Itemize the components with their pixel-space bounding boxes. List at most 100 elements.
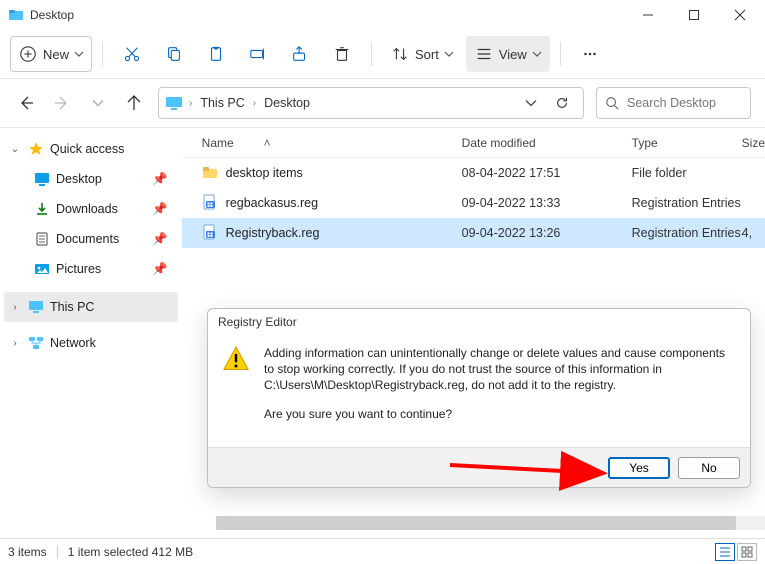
chevron-down-icon [533,50,541,58]
file-name: desktop items [226,166,303,180]
file-size: 4, [742,226,765,240]
column-type[interactable]: Type [632,136,742,150]
more-button[interactable] [571,36,609,72]
sort-button-label: Sort [415,47,439,62]
folder-icon [202,164,218,183]
new-button[interactable]: New [10,36,92,72]
view-button[interactable]: View [466,36,550,72]
window-title: Desktop [30,8,74,22]
refresh-button[interactable] [547,96,577,110]
file-type: Registration Entries [632,226,742,240]
column-date[interactable]: Date modified [462,136,632,150]
expand-icon[interactable]: › [8,338,22,349]
sidebar-this-pc[interactable]: › This PC [4,292,178,322]
copy-button[interactable] [155,36,193,72]
forward-button[interactable] [50,91,74,115]
search-input[interactable] [625,95,742,111]
sort-caret-icon: ˄ [264,136,271,150]
sidebar-item-label: Network [50,336,96,350]
file-date: 08-04-2022 17:51 [462,166,632,180]
dialog-confirm-message: Are you sure you want to continue? [264,406,736,422]
scissors-icon [123,45,141,63]
sidebar-item-desktop[interactable]: Desktop 📌 [30,164,178,194]
reg-file-icon [202,194,218,213]
collapse-icon[interactable]: ⌄ [8,144,22,155]
plus-circle-icon [19,45,37,63]
rename-icon [249,45,267,63]
horizontal-scrollbar[interactable] [216,516,765,530]
downloads-icon [34,201,50,217]
sidebar-network[interactable]: › Network [4,328,178,358]
breadcrumb-segment[interactable]: This PC [198,96,246,110]
expand-icon[interactable]: › [8,302,22,313]
pin-icon: 📌 [152,232,168,247]
column-headers: Name˄ Date modified Type Size [182,128,765,158]
thumbnails-view-toggle[interactable] [737,543,757,561]
details-view-toggle[interactable] [715,543,735,561]
sidebar-item-label: Downloads [56,202,118,216]
status-item-count: 3 items [8,545,47,559]
rename-button[interactable] [239,36,277,72]
search-box[interactable] [596,87,751,119]
window-icon [8,7,24,23]
sidebar-item-label: This PC [50,300,94,314]
navigation-pane: ⌄ Quick access Desktop 📌 Downloads 📌 Doc… [0,128,182,526]
recent-locations-button[interactable] [86,91,110,115]
share-icon [291,45,309,63]
file-date: 09-04-2022 13:33 [462,196,632,210]
clipboard-icon [207,45,225,63]
column-name[interactable]: Name˄ [202,136,462,150]
chevron-down-icon [445,50,453,58]
sidebar-quick-access[interactable]: ⌄ Quick access [4,134,178,164]
breadcrumb[interactable]: › This PC › Desktop [158,87,584,119]
file-name: Registryback.reg [226,226,320,240]
view-button-label: View [499,47,527,62]
sidebar-item-label: Desktop [56,172,102,186]
breadcrumb-segment[interactable]: Desktop [262,96,312,110]
share-button[interactable] [281,36,319,72]
breadcrumb-dropdown[interactable] [519,98,543,108]
pin-icon: 📌 [152,202,168,217]
new-button-label: New [43,47,69,62]
this-pc-icon [28,299,44,315]
copy-icon [165,45,183,63]
file-row[interactable]: Registryback.reg09-04-2022 13:26Registra… [182,218,765,248]
sidebar-item-downloads[interactable]: Downloads 📌 [30,194,178,224]
sort-button[interactable]: Sort [382,36,462,72]
pin-icon: 📌 [152,262,168,277]
maximize-button[interactable] [671,0,717,30]
network-icon [28,335,44,351]
ellipsis-icon [581,45,599,63]
view-icon [475,45,493,63]
sidebar-item-documents[interactable]: Documents 📌 [30,224,178,254]
reg-file-icon [202,224,218,243]
back-button[interactable] [14,91,38,115]
scrollbar-thumb[interactable] [216,516,736,530]
desktop-icon [34,171,50,187]
minimize-button[interactable] [625,0,671,30]
sidebar-item-label: Pictures [56,262,101,276]
trash-icon [333,45,351,63]
yes-button[interactable]: Yes [608,457,670,479]
registry-editor-dialog: Registry Editor Adding information can u… [207,308,751,488]
chevron-right-icon: › [251,98,258,109]
file-row[interactable]: regbackasus.reg09-04-2022 13:33Registrat… [182,188,765,218]
warning-icon [222,345,250,373]
close-button[interactable] [717,0,763,30]
star-icon [28,141,44,157]
file-name: regbackasus.reg [226,196,318,210]
chevron-right-icon: › [187,98,194,109]
file-type: File folder [632,166,742,180]
sidebar-item-pictures[interactable]: Pictures 📌 [30,254,178,284]
file-row[interactable]: desktop items 08-04-2022 17:51File folder [182,158,765,188]
delete-button[interactable] [323,36,361,72]
no-button[interactable]: No [678,457,740,479]
column-size[interactable]: Size [742,136,765,150]
chevron-down-icon [75,50,83,58]
up-button[interactable] [122,91,146,115]
status-bar: 3 items 1 item selected 412 MB [0,538,765,564]
cut-button[interactable] [113,36,151,72]
status-selection: 1 item selected 412 MB [68,545,193,559]
sidebar-item-label: Documents [56,232,119,246]
paste-button[interactable] [197,36,235,72]
